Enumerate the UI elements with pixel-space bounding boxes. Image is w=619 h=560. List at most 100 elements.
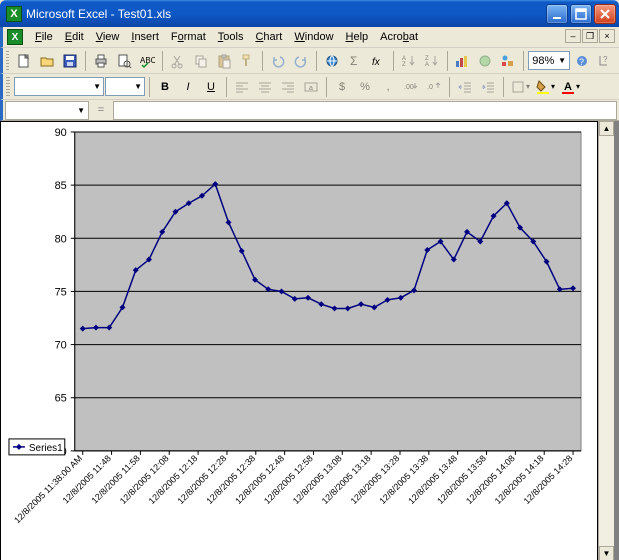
- menu-edit[interactable]: Edit: [59, 29, 90, 45]
- name-box[interactable]: ▼: [5, 101, 89, 120]
- borders-button[interactable]: ▾: [508, 76, 532, 98]
- svg-text:.00: .00: [404, 84, 414, 91]
- toolbar-separator: [523, 51, 524, 71]
- chart-area: 6065707580859012/8/2005 11:38:00 AM12/8/…: [1, 122, 597, 560]
- underline-button[interactable]: U: [200, 76, 222, 98]
- toolbar-separator: [447, 51, 448, 71]
- svg-text:a: a: [309, 85, 313, 92]
- scroll-up-button[interactable]: ▲: [599, 121, 614, 136]
- svg-text:75: 75: [55, 286, 67, 298]
- decrease-indent-button[interactable]: [454, 76, 476, 98]
- undo-button[interactable]: [267, 50, 289, 72]
- toolbar-separator: [262, 51, 263, 71]
- menu-window[interactable]: Window: [288, 29, 339, 45]
- font-name-combobox[interactable]: ▼: [14, 77, 104, 96]
- format-painter-button[interactable]: [236, 50, 258, 72]
- menu-insert[interactable]: Insert: [125, 29, 165, 45]
- save-button[interactable]: [59, 50, 81, 72]
- sort-asc-button[interactable]: AZ: [398, 50, 420, 72]
- drawing-button[interactable]: [497, 50, 519, 72]
- print-button[interactable]: [90, 50, 112, 72]
- svg-text:90: 90: [55, 127, 67, 139]
- toolbar-separator: [162, 51, 163, 71]
- toolbar-separator: [393, 51, 394, 71]
- svg-text:A: A: [425, 62, 429, 68]
- excel-icon: X: [6, 6, 22, 22]
- merge-center-button[interactable]: a: [300, 76, 322, 98]
- chart-sheet[interactable]: 6065707580859012/8/2005 11:38:00 AM12/8/…: [0, 121, 598, 560]
- toolbar-separator: [326, 77, 327, 97]
- scroll-down-button[interactable]: ▼: [599, 546, 614, 560]
- italic-button[interactable]: I: [177, 76, 199, 98]
- svg-text:?: ?: [603, 55, 608, 64]
- toolbar-separator: [149, 77, 150, 97]
- menu-view[interactable]: View: [90, 29, 126, 45]
- percent-button[interactable]: %: [354, 76, 376, 98]
- menu-tools[interactable]: Tools: [212, 29, 250, 45]
- mdi-minimize-button[interactable]: –: [565, 29, 581, 43]
- menu-help[interactable]: Help: [340, 29, 375, 45]
- formatting-toolbar: ▼ ▼ B I U a $ % , .00 .0 ▾ ▾ A▾: [0, 74, 619, 100]
- whatsthis-button[interactable]: ?: [594, 50, 616, 72]
- svg-text:?: ?: [579, 57, 584, 67]
- font-size-combobox[interactable]: ▼: [105, 77, 145, 96]
- workspace: 6065707580859012/8/2005 11:38:00 AM12/8/…: [0, 121, 619, 560]
- svg-text:Series1: Series1: [29, 443, 63, 454]
- new-button[interactable]: [13, 50, 35, 72]
- menu-acrobat[interactable]: Acrobat: [374, 29, 424, 45]
- fill-color-button[interactable]: ▾: [533, 76, 557, 98]
- toolbar-separator: [226, 77, 227, 97]
- decrease-decimal-button[interactable]: .0: [423, 76, 445, 98]
- map-button[interactable]: [474, 50, 496, 72]
- menu-format[interactable]: Format: [165, 29, 212, 45]
- chartwizard-button[interactable]: [451, 50, 473, 72]
- menu-file[interactable]: File: [29, 29, 59, 45]
- toolbar-grip[interactable]: [6, 51, 9, 71]
- window-titlebar: X Microsoft Excel - Test01.xls: [0, 0, 619, 27]
- align-left-button[interactable]: [231, 76, 253, 98]
- open-button[interactable]: [36, 50, 58, 72]
- paste-button[interactable]: [213, 50, 235, 72]
- maximize-button[interactable]: [570, 4, 592, 24]
- print-preview-button[interactable]: [113, 50, 135, 72]
- svg-text:Σ: Σ: [350, 54, 357, 68]
- currency-button[interactable]: $: [331, 76, 353, 98]
- svg-text:.0: .0: [427, 84, 433, 91]
- formula-input[interactable]: [113, 101, 617, 120]
- excel-doc-icon: X: [7, 29, 23, 45]
- zoom-combobox[interactable]: 98%▼: [528, 51, 570, 70]
- cut-button[interactable]: [167, 50, 189, 72]
- minimize-button[interactable]: [546, 4, 568, 24]
- window-title: Microsoft Excel - Test01.xls: [26, 7, 171, 21]
- close-button[interactable]: [594, 4, 616, 24]
- menu-chart[interactable]: Chart: [249, 29, 288, 45]
- redo-button[interactable]: [290, 50, 312, 72]
- toolbar-separator: [503, 77, 504, 97]
- mdi-restore-button[interactable]: ❐: [582, 29, 598, 43]
- formula-bar: ▼ =: [0, 100, 619, 121]
- increase-decimal-button[interactable]: .00: [400, 76, 422, 98]
- font-color-button[interactable]: A▾: [558, 76, 582, 98]
- toolbar-grip[interactable]: [6, 77, 10, 97]
- bold-button[interactable]: B: [154, 76, 176, 98]
- svg-text:80: 80: [55, 233, 67, 245]
- mdi-close-button[interactable]: ×: [599, 29, 615, 43]
- hyperlink-button[interactable]: [321, 50, 343, 72]
- increase-indent-button[interactable]: [477, 76, 499, 98]
- autosum-button[interactable]: Σ: [344, 50, 366, 72]
- copy-button[interactable]: [190, 50, 212, 72]
- sort-desc-button[interactable]: ZA: [421, 50, 443, 72]
- svg-text:Z: Z: [402, 62, 406, 68]
- fx-label: =: [89, 104, 113, 116]
- align-right-button[interactable]: [277, 76, 299, 98]
- comma-button[interactable]: ,: [377, 76, 399, 98]
- vertical-scrollbar[interactable]: ▲ ▼: [598, 121, 614, 560]
- svg-text:65: 65: [55, 393, 67, 405]
- toolbar-separator: [85, 51, 86, 71]
- scroll-track[interactable]: [599, 136, 614, 546]
- help-button[interactable]: ?: [571, 50, 593, 72]
- spellcheck-button[interactable]: ABC: [136, 50, 158, 72]
- svg-text:70: 70: [55, 340, 67, 352]
- function-button[interactable]: fx: [367, 50, 389, 72]
- align-center-button[interactable]: [254, 76, 276, 98]
